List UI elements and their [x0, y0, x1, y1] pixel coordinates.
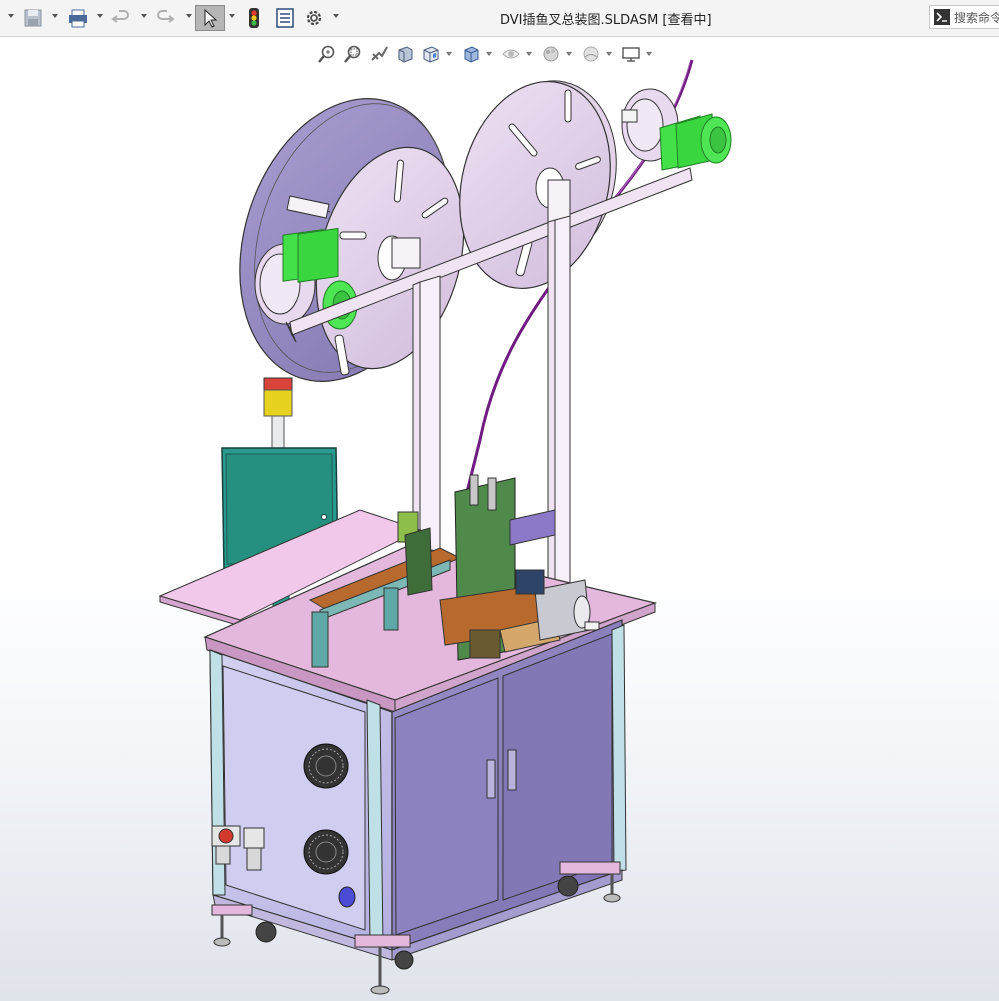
file-properties-button[interactable] [272, 5, 298, 31]
undo-dropdown-icon[interactable] [141, 14, 147, 18]
right-reel-front[interactable] [439, 65, 631, 304]
chevron-down-icon[interactable] [8, 14, 14, 18]
power-button[interactable] [338, 886, 356, 908]
signal-tower[interactable] [263, 377, 293, 457]
command-prompt-icon [934, 9, 950, 25]
redo-icon [157, 10, 175, 23]
select-dropdown-icon[interactable] [229, 14, 235, 18]
gear-icon [306, 10, 322, 26]
redo-button[interactable] [152, 5, 178, 31]
options-button[interactable] [302, 5, 326, 31]
save-dropdown-icon[interactable] [52, 14, 58, 18]
print-dropdown-icon[interactable] [97, 14, 103, 18]
search-commands-box[interactable]: 搜索命令 [929, 5, 999, 29]
cooling-fan-bottom [303, 829, 349, 875]
save-button[interactable] [20, 5, 46, 31]
select-button[interactable] [195, 5, 225, 31]
file-properties-icon [276, 8, 294, 28]
options-dropdown-icon[interactable] [333, 14, 339, 18]
print-button[interactable] [64, 5, 92, 31]
rebuild-button[interactable] [243, 5, 265, 31]
select-cursor-icon [204, 8, 218, 28]
window-title: DVI插鱼叉总装图.SLDASM [查看中] [500, 13, 712, 28]
assembly-model[interactable] [0, 37, 999, 1001]
save-icon [24, 9, 42, 27]
cooling-fan-top [303, 743, 349, 789]
search-placeholder: 搜索命令 [954, 10, 999, 25]
undo-button[interactable] [108, 5, 134, 31]
undo-icon [111, 10, 129, 23]
graphics-area[interactable] [0, 37, 999, 1001]
print-icon [69, 9, 87, 28]
traffic-light-icon [249, 8, 259, 28]
redo-dropdown-icon[interactable] [186, 14, 192, 18]
title-bar: DVI插鱼叉总装图.SLDASM [查看中] 搜索命令 [0, 0, 999, 37]
